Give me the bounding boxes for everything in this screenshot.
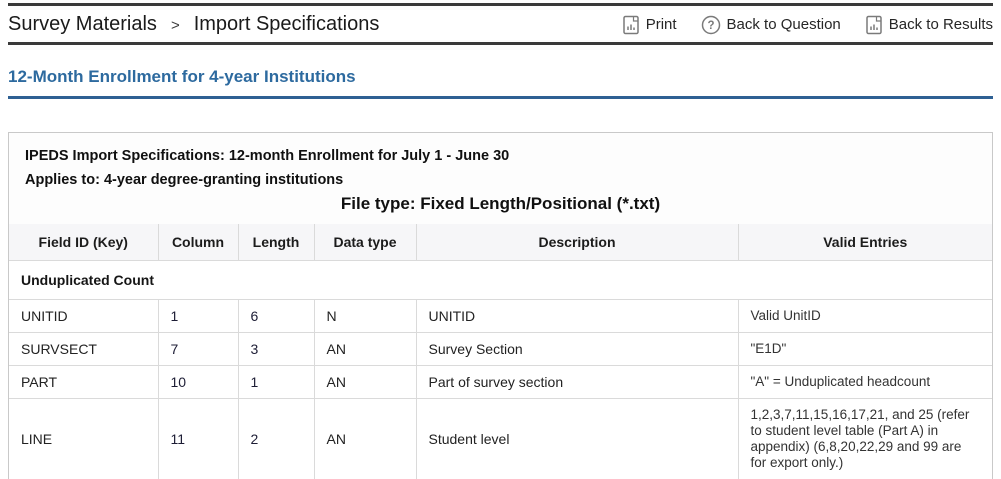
cell-field-id: SURVSECT	[9, 333, 158, 366]
table-row: SURVSECT 7 3 AN Survey Section "E1D"	[9, 333, 992, 366]
report-icon	[865, 15, 883, 35]
column-header-length: Length	[238, 224, 314, 261]
cell-length: 2	[238, 399, 314, 479]
print-button[interactable]: Print	[622, 15, 677, 35]
column-header-description: Description	[416, 224, 738, 261]
column-header-valid-entries: Valid Entries	[738, 224, 992, 261]
table-row: LINE 11 2 AN Student level 1,2,3,7,11,15…	[9, 399, 992, 479]
cell-column: 10	[158, 366, 238, 399]
cell-valid-entries: Valid UnitID	[738, 300, 992, 333]
cell-field-id: UNITID	[9, 300, 158, 333]
breadcrumb-section[interactable]: Survey Materials	[8, 13, 157, 36]
cell-description: Part of survey section	[416, 366, 738, 399]
cell-data-type: N	[314, 300, 416, 333]
table-row: PART 10 1 AN Part of survey section "A" …	[9, 366, 992, 399]
cell-field-id: PART	[9, 366, 158, 399]
title-underline	[8, 96, 993, 99]
table-header-row: Field ID (Key) Column Length Data type D…	[9, 224, 992, 261]
cell-column: 11	[158, 399, 238, 479]
spec-title: IPEDS Import Specifications: 12-month En…	[25, 144, 976, 168]
cell-length: 3	[238, 333, 314, 366]
cell-length: 6	[238, 300, 314, 333]
cell-description: Student level	[416, 399, 738, 479]
cell-valid-entries: 1,2,3,7,11,15,16,17,21, and 25 (refer to…	[738, 399, 992, 479]
cell-column: 1	[158, 300, 238, 333]
page-title: 12-Month Enrollment for 4-year Instituti…	[8, 67, 993, 87]
back-to-question-label: Back to Question	[727, 16, 841, 33]
print-label: Print	[646, 16, 677, 33]
cell-data-type: AN	[314, 366, 416, 399]
question-circle-icon: ?	[701, 15, 721, 35]
header-divider-bar	[8, 42, 993, 45]
cell-field-id: LINE	[9, 399, 158, 479]
cell-column: 7	[158, 333, 238, 366]
import-spec-table: Field ID (Key) Column Length Data type D…	[9, 224, 992, 479]
spec-file-type: File type: Fixed Length/Positional (*.tx…	[25, 192, 976, 218]
header-actions: Print ? Back to Question Back to Results	[622, 15, 993, 35]
column-header-field-id: Field ID (Key)	[9, 224, 158, 261]
column-header-column: Column	[158, 224, 238, 261]
cell-data-type: AN	[314, 399, 416, 479]
back-to-results-label: Back to Results	[889, 16, 993, 33]
table-row: UNITID 1 6 N UNITID Valid UnitID	[9, 300, 992, 333]
breadcrumb-separator-icon: >	[171, 17, 180, 34]
svg-text:?: ?	[707, 20, 714, 32]
back-to-question-button[interactable]: ? Back to Question	[701, 15, 841, 35]
cell-description: UNITID	[416, 300, 738, 333]
page-header: Survey Materials > Import Specifications…	[0, 6, 1001, 42]
cell-valid-entries: "A" = Unduplicated headcount	[738, 366, 992, 399]
cell-description: Survey Section	[416, 333, 738, 366]
report-icon	[622, 15, 640, 35]
spec-applies-to: Applies to: 4-year degree-granting insti…	[25, 168, 976, 192]
breadcrumb-page: Import Specifications	[194, 13, 380, 36]
section-row: Unduplicated Count	[9, 261, 992, 300]
spec-card-header: IPEDS Import Specifications: 12-month En…	[9, 133, 992, 224]
section-label: Unduplicated Count	[9, 261, 992, 300]
column-header-data-type: Data type	[314, 224, 416, 261]
cell-valid-entries: "E1D"	[738, 333, 992, 366]
cell-data-type: AN	[314, 333, 416, 366]
import-specifications-card: IPEDS Import Specifications: 12-month En…	[8, 132, 993, 479]
cell-length: 1	[238, 366, 314, 399]
back-to-results-button[interactable]: Back to Results	[865, 15, 993, 35]
breadcrumb: Survey Materials > Import Specifications	[8, 13, 379, 36]
